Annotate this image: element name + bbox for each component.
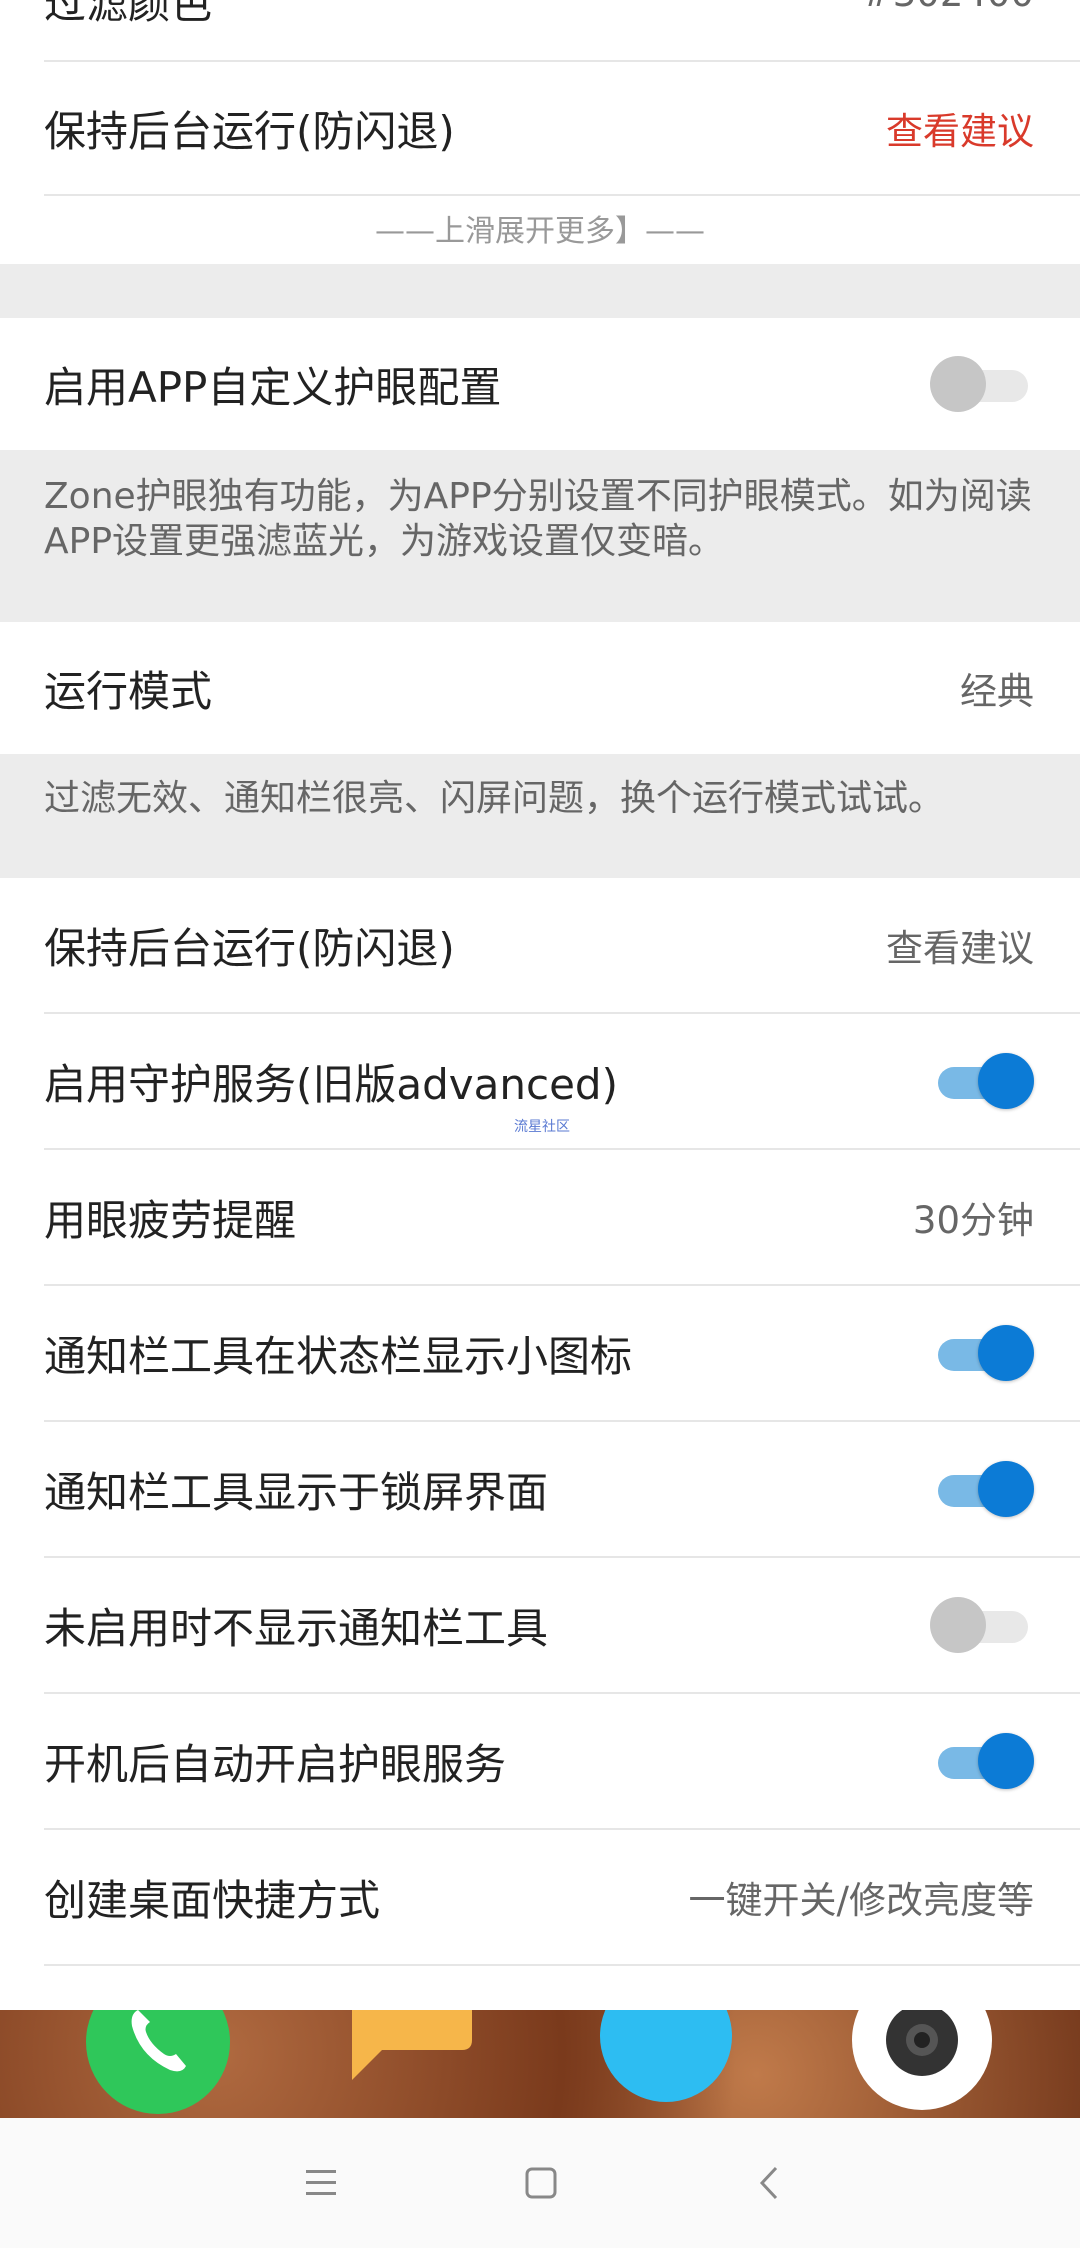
- custom-app-config-label: 启用APP自定义护眼配置: [44, 362, 502, 412]
- view-suggestion-link[interactable]: 查看建议: [886, 101, 1034, 155]
- shortcut-row[interactable]: 创建桌面快捷方式 一键开关/修改亮度等: [0, 1830, 1080, 1964]
- keep-background-label: 保持后台运行(防闪退): [44, 923, 455, 973]
- guard-service-label: 启用守护服务(旧版advanced): [44, 1059, 618, 1109]
- filter-color-row-partial[interactable]: 过滤颜色 #302400: [0, 0, 1080, 60]
- system-navigation-bar: [0, 2118, 1080, 2248]
- keep-background-row[interactable]: 保持后台运行(防闪退) 查看建议: [0, 878, 1080, 1012]
- view-suggestion-link[interactable]: 查看建议: [886, 918, 1034, 972]
- status-icon-row[interactable]: 通知栏工具在状态栏显示小图标: [0, 1286, 1080, 1420]
- next-row-partial: [0, 1966, 1080, 2010]
- autostart-row[interactable]: 开机后自动开启护眼服务: [0, 1694, 1080, 1828]
- eye-fatigue-row[interactable]: 用眼疲劳提醒 30分钟: [0, 1150, 1080, 1284]
- run-mode-value: 经典: [960, 670, 1034, 713]
- shortcut-value: 一键开关/修改亮度等: [688, 1879, 1034, 1922]
- custom-app-note: Zone护眼独有功能，为APP分别设置不同护眼模式。如为阅读APP设置更强滤蓝光…: [44, 476, 1032, 562]
- section-gap: [0, 264, 1080, 318]
- divider: [44, 194, 1080, 196]
- autostart-toggle[interactable]: [930, 1733, 1034, 1789]
- run-mode-note: 过滤无效、通知栏很亮、闪屏问题，换个运行模式试试。: [44, 778, 945, 819]
- custom-app-config-toggle[interactable]: [930, 356, 1034, 412]
- back-icon[interactable]: [746, 2158, 796, 2208]
- eye-fatigue-label: 用眼疲劳提醒: [44, 1195, 297, 1245]
- keep-background-label: 保持后台运行(防闪退): [44, 106, 455, 156]
- phone-icon[interactable]: [86, 2010, 230, 2114]
- shortcut-label: 创建桌面快捷方式: [44, 1875, 381, 1925]
- hide-when-off-toggle[interactable]: [930, 1597, 1034, 1653]
- hide-when-off-row[interactable]: 未启用时不显示通知栏工具: [0, 1558, 1080, 1692]
- custom-app-config-row[interactable]: 启用APP自定义护眼配置: [0, 318, 1080, 450]
- status-icon-label: 通知栏工具在状态栏显示小图标: [44, 1331, 633, 1381]
- eye-fatigue-value: 30分钟: [912, 1199, 1034, 1242]
- filter-color-value: #302400: [862, 0, 1034, 15]
- filter-color-label: 过滤颜色: [44, 0, 213, 28]
- lockscreen-toggle[interactable]: [930, 1461, 1034, 1517]
- guard-service-toggle[interactable]: [930, 1053, 1034, 1109]
- home-icon[interactable]: [516, 2158, 566, 2208]
- lockscreen-label: 通知栏工具显示于锁屏界面: [44, 1467, 549, 1517]
- message-icon[interactable]: [352, 2010, 472, 2090]
- autostart-label: 开机后自动开启护眼服务: [44, 1739, 507, 1789]
- status-icon-toggle[interactable]: [930, 1325, 1034, 1381]
- lockscreen-row[interactable]: 通知栏工具显示于锁屏界面: [0, 1422, 1080, 1556]
- chat-icon[interactable]: [600, 2010, 732, 2102]
- menu-icon[interactable]: [296, 2158, 346, 2208]
- hide-when-off-label: 未启用时不显示通知栏工具: [44, 1603, 549, 1653]
- expand-more-hint[interactable]: ——上滑展开更多】——: [0, 200, 1080, 264]
- camera-icon[interactable]: [852, 2010, 992, 2110]
- run-mode-row[interactable]: 运行模式 经典: [0, 622, 1080, 754]
- keep-background-row-top[interactable]: 保持后台运行(防闪退) 查看建议: [0, 62, 1080, 194]
- run-mode-label: 运行模式: [44, 666, 213, 716]
- home-wallpaper: [0, 2010, 1080, 2118]
- watermark-text: 流星社区: [514, 1119, 570, 1135]
